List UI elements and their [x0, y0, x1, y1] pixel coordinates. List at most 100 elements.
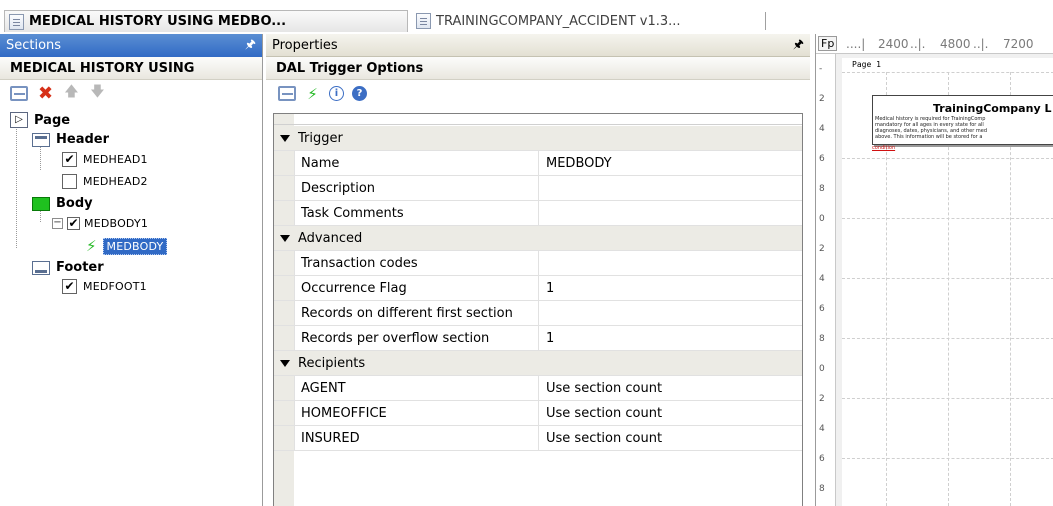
- page-preview[interactable]: Page 1 TrainingCompany L Medical history…: [842, 58, 1053, 506]
- grid-blank-row: [274, 114, 802, 125]
- property-key: Task Comments: [294, 200, 539, 226]
- document-tab-strip: MEDICAL HISTORY USING MEDBO... TRAININGC…: [0, 0, 1053, 34]
- move-down-icon[interactable]: 🡇: [89, 84, 106, 102]
- tab-trainingcompany-accident[interactable]: TRAININGCOMPANY_ACCIDENT v1.3...: [416, 10, 758, 32]
- property-value[interactable]: [540, 301, 802, 326]
- node-label: Page: [34, 112, 71, 128]
- property-row-name[interactable]: Name MEDBODY: [274, 150, 802, 176]
- collapse-triangle-icon[interactable]: [280, 234, 290, 242]
- property-row-transaction-codes[interactable]: Transaction codes: [274, 250, 802, 276]
- properties-toolbar: ⚡ i ?: [266, 80, 810, 107]
- document-icon: [9, 13, 24, 30]
- property-key: HOMEOFFICE: [294, 400, 539, 426]
- doc-link: condition: [872, 145, 896, 151]
- fp-button[interactable]: Fp: [818, 36, 838, 51]
- move-up-icon[interactable]: 🡅: [63, 84, 80, 102]
- ruler-dots: ....|: [846, 37, 866, 51]
- header-section-icon: [32, 132, 50, 147]
- sections-title: Sections: [6, 38, 62, 53]
- property-row-task-comments[interactable]: Task Comments: [274, 200, 802, 226]
- pin-icon[interactable]: 🖈: [245, 35, 256, 56]
- tree-node-page[interactable]: ▷ Page: [10, 112, 70, 128]
- trigger-icon[interactable]: ⚡: [304, 85, 321, 103]
- tab-medical-history[interactable]: MEDICAL HISTORY USING MEDBO...: [4, 10, 408, 32]
- property-value[interactable]: MEDBODY: [540, 151, 802, 176]
- property-key: Records per overflow section: [294, 325, 539, 351]
- property-row-agent[interactable]: AGENT Use section count: [274, 375, 802, 401]
- body-section-icon: [32, 196, 50, 211]
- collapse-icon[interactable]: −: [52, 218, 63, 229]
- tab-separator: [765, 12, 766, 30]
- property-key: Transaction codes: [294, 250, 539, 276]
- tree-node-body[interactable]: Body: [32, 196, 93, 211]
- node-label: MEDBODY: [102, 237, 168, 255]
- trigger-bolt-icon: ⚡: [86, 237, 97, 255]
- doc-title: TrainingCompany L: [933, 102, 1052, 115]
- property-row-homeoffice[interactable]: HOMEOFFICE Use section count: [274, 400, 802, 426]
- category-advanced[interactable]: Advanced: [274, 226, 802, 251]
- medfoot1-checkbox[interactable]: ✔: [62, 279, 77, 294]
- new-icon[interactable]: [278, 86, 296, 101]
- property-value[interactable]: [540, 251, 802, 276]
- property-row-description[interactable]: Description: [274, 175, 802, 201]
- property-value[interactable]: 1: [540, 326, 802, 351]
- node-label: Footer: [56, 260, 104, 275]
- property-row-insured[interactable]: INSURED Use section count: [274, 425, 802, 451]
- tree-node-footer[interactable]: Footer: [32, 260, 104, 275]
- property-row-occurrence-flag[interactable]: Occurrence Flag 1: [274, 275, 802, 301]
- tree-node-medhead1[interactable]: ✔ MEDHEAD1: [62, 152, 148, 167]
- property-value[interactable]: Use section count: [540, 426, 802, 451]
- tree-node-medfoot1[interactable]: ✔ MEDFOOT1: [62, 279, 147, 294]
- properties-titlebar[interactable]: Properties 🖈: [266, 34, 810, 57]
- node-label: Header: [56, 132, 110, 147]
- tree-connector: [16, 118, 17, 248]
- property-key: INSURED: [294, 425, 539, 451]
- property-value[interactable]: Use section count: [540, 376, 802, 401]
- ruler-dots: ..|.: [910, 37, 926, 51]
- property-value[interactable]: Use section count: [540, 401, 802, 426]
- top-ruler: Fp ....| 2400 ..|. 4800 ..|. 7200: [816, 34, 1053, 54]
- delete-icon[interactable]: ✖: [37, 83, 54, 104]
- left-ruler: - 2 4 6 8 0 2 4 6 8 0 2 4 6 8: [816, 54, 836, 506]
- category-trigger[interactable]: Trigger: [274, 126, 802, 151]
- category-label: Advanced: [298, 230, 363, 246]
- tree-node-medbody-trigger[interactable]: ⚡ MEDBODY: [86, 237, 168, 255]
- medbody1-checkbox[interactable]: ✔: [67, 217, 80, 230]
- collapse-triangle-icon[interactable]: [280, 359, 290, 367]
- property-value[interactable]: [540, 176, 802, 201]
- document-preview-box[interactable]: TrainingCompany L Medical history is req…: [872, 95, 1053, 145]
- node-label: MEDHEAD2: [83, 175, 148, 188]
- properties-heading: DAL Trigger Options: [266, 57, 810, 80]
- property-key: Name: [294, 150, 539, 176]
- node-label: MEDFOOT1: [83, 280, 147, 293]
- collapse-triangle-icon[interactable]: [280, 134, 290, 142]
- properties-title: Properties: [272, 37, 338, 53]
- properties-pane: Properties 🖈 DAL Trigger Options ⚡ i ? T…: [266, 34, 810, 506]
- property-row-records-different-first[interactable]: Records on different first section: [274, 300, 802, 326]
- page-label: Page 1: [852, 60, 881, 69]
- property-key: AGENT: [294, 375, 539, 401]
- property-key: Records on different first section: [294, 300, 539, 326]
- help-icon[interactable]: ?: [352, 86, 367, 101]
- tree-node-medbody1[interactable]: − ✔ MEDBODY1: [52, 217, 148, 230]
- node-label: MEDHEAD1: [83, 153, 148, 166]
- pin-icon[interactable]: 🖈: [793, 35, 804, 56]
- property-value[interactable]: [540, 201, 802, 226]
- ruler-tick-label: 7200: [1003, 37, 1034, 51]
- new-section-icon[interactable]: [10, 85, 28, 101]
- category-label: Recipients: [298, 355, 366, 371]
- medhead1-checkbox[interactable]: ✔: [62, 152, 77, 167]
- property-value[interactable]: 1: [540, 276, 802, 301]
- form-icon: [416, 13, 431, 29]
- tree-node-medhead2[interactable]: MEDHEAD2: [62, 174, 148, 189]
- node-label: Body: [56, 196, 93, 211]
- sections-titlebar[interactable]: Sections 🖈: [0, 34, 262, 57]
- property-key: Description: [294, 175, 539, 201]
- info-icon[interactable]: i: [329, 86, 344, 101]
- property-row-records-per-overflow[interactable]: Records per overflow section 1: [274, 325, 802, 351]
- tree-node-header[interactable]: Header: [32, 132, 109, 147]
- medhead2-checkbox[interactable]: [62, 174, 77, 189]
- category-recipients[interactable]: Recipients: [274, 351, 802, 376]
- ruler-dots: ..|.: [973, 37, 989, 51]
- ruler-tick-label: 4800: [940, 37, 971, 51]
